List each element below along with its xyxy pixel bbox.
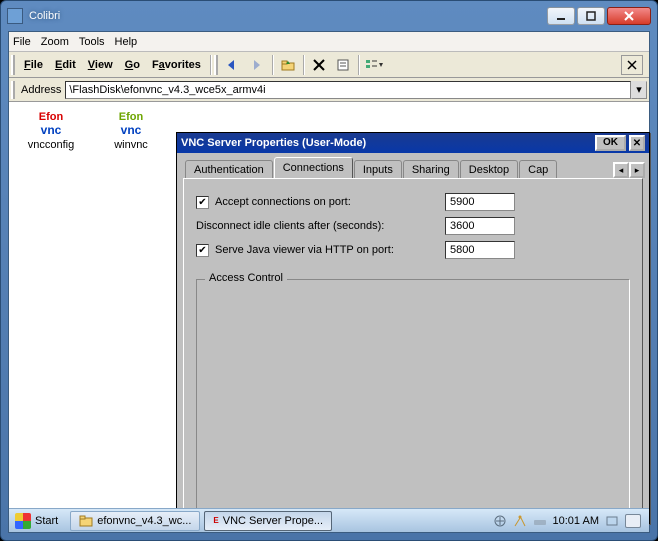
access-control-group: Access Control: [196, 279, 630, 511]
toolbar-grip-2[interactable]: [214, 55, 218, 75]
taskbar: Start efonvnc_v4.3_wc... E VNC Server Pr…: [9, 508, 649, 532]
dialog-close-button[interactable]: ✕: [629, 135, 645, 151]
address-dropdown[interactable]: ▾: [631, 81, 647, 99]
accept-port-input[interactable]: [445, 193, 515, 211]
host-window: Colibri File Zoom Tools Help File Edit V…: [0, 0, 658, 541]
file-icon-winvnc[interactable]: Efon vnc winvnc: [95, 108, 167, 151]
tab-capture[interactable]: Cap: [519, 160, 557, 179]
menu-tools[interactable]: Tools: [79, 36, 105, 48]
folder-icon: [79, 515, 93, 527]
tab-scroll-left[interactable]: ◂: [613, 162, 629, 178]
serve-java-label: Serve Java viewer via HTTP on port:: [215, 244, 445, 256]
tab-sharing[interactable]: Sharing: [403, 160, 459, 179]
explorer-menu-go[interactable]: Go: [119, 57, 146, 73]
taskbar-item-vnc[interactable]: E VNC Server Prope...: [204, 511, 332, 531]
host-menubar: File Zoom Tools Help: [9, 32, 649, 52]
views-button[interactable]: [363, 54, 385, 76]
dialog-title: VNC Server Properties (User-Mode): [181, 137, 595, 149]
address-bar: Address ▾: [9, 78, 649, 102]
taskbar-item-explorer[interactable]: efonvnc_v4.3_wc...: [70, 511, 200, 531]
file-label: vncconfig: [15, 139, 87, 151]
explorer-menu-view[interactable]: View: [82, 57, 119, 73]
toolbar-grip[interactable]: [11, 55, 15, 75]
vnc-properties-dialog: VNC Server Properties (User-Mode) OK ✕ A…: [176, 132, 650, 524]
tab-connections[interactable]: Connections: [274, 157, 353, 178]
close-button[interactable]: [607, 7, 651, 25]
back-button[interactable]: [222, 54, 244, 76]
explorer-menu-edit[interactable]: Edit: [49, 57, 82, 73]
java-port-input[interactable]: [445, 241, 515, 259]
host-app-icon: [7, 8, 23, 24]
serve-java-checkbox[interactable]: ✔: [196, 244, 209, 257]
maximize-button[interactable]: [577, 7, 605, 25]
vnc-logo-text: vnc: [95, 123, 167, 137]
accept-connections-label: Accept connections on port:: [215, 196, 445, 208]
efon-logo-icon: Efon: [15, 108, 87, 123]
address-input[interactable]: [65, 81, 631, 99]
menu-help[interactable]: Help: [115, 36, 138, 48]
accept-connections-checkbox[interactable]: ✔: [196, 196, 209, 209]
properties-button[interactable]: [332, 54, 354, 76]
start-button[interactable]: Start: [13, 512, 66, 530]
vnc-logo-text: vnc: [15, 123, 87, 137]
file-label: winvnc: [95, 139, 167, 151]
show-desktop-button[interactable]: [605, 514, 619, 528]
explorer-menu-file[interactable]: File: [18, 57, 49, 73]
tab-scroll-right[interactable]: ▸: [629, 162, 645, 178]
system-tray: 10:01 AM: [489, 514, 645, 528]
tray-device-icon[interactable]: [533, 514, 547, 528]
delete-button[interactable]: [308, 54, 330, 76]
file-icon-vncconfig[interactable]: Efon vnc vncconfig: [15, 108, 87, 151]
explorer-menu-favorites[interactable]: Favorites: [146, 57, 207, 73]
tray-clock[interactable]: 10:01 AM: [553, 515, 599, 527]
efon-mini-icon: E: [213, 516, 218, 525]
address-label: Address: [15, 84, 65, 96]
remote-screen: File Zoom Tools Help File Edit View Go F…: [8, 31, 650, 533]
minimize-button[interactable]: [547, 7, 575, 25]
tray-network-icon[interactable]: [493, 514, 507, 528]
taskbar-item-label: efonvnc_v4.3_wc...: [97, 515, 191, 527]
tab-desktop[interactable]: Desktop: [460, 160, 518, 179]
windows-logo-icon: [15, 513, 31, 529]
tab-panel-connections: ✔ Accept connections on port: Disconnect…: [183, 178, 643, 524]
explorer-menubar: File Edit View Go Favorites: [9, 52, 649, 78]
start-label: Start: [35, 515, 58, 527]
host-title: Colibri: [29, 10, 547, 22]
efon-logo-icon: Efon: [95, 108, 167, 123]
tray-connection-icon[interactable]: [513, 514, 527, 528]
tab-authentication[interactable]: Authentication: [185, 160, 273, 179]
sip-keyboard-button[interactable]: [625, 514, 641, 528]
tab-strip: Authentication Connections Inputs Sharin…: [185, 157, 645, 178]
menu-file[interactable]: File: [13, 36, 31, 48]
toolbar-close-button[interactable]: [621, 55, 643, 75]
forward-button[interactable]: [246, 54, 268, 76]
access-control-legend: Access Control: [205, 272, 287, 284]
taskbar-item-label: VNC Server Prope...: [223, 515, 323, 527]
idle-seconds-input[interactable]: [445, 217, 515, 235]
idle-disconnect-label: Disconnect idle clients after (seconds):: [196, 220, 426, 232]
tab-inputs[interactable]: Inputs: [354, 160, 402, 179]
dialog-ok-button[interactable]: OK: [595, 135, 626, 151]
menu-zoom[interactable]: Zoom: [41, 36, 69, 48]
dialog-titlebar[interactable]: VNC Server Properties (User-Mode) OK ✕: [177, 133, 649, 153]
up-folder-button[interactable]: [277, 54, 299, 76]
host-titlebar[interactable]: Colibri: [1, 1, 657, 31]
